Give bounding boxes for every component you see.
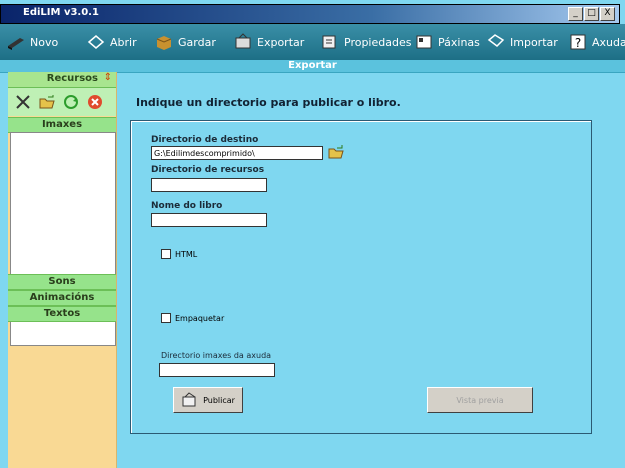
properties-icon	[322, 35, 336, 49]
toolbar-novo-label: Novo	[30, 35, 59, 49]
book-name-label: Nome do libro	[151, 201, 223, 211]
package-checkbox-label: Empaquetar	[175, 313, 225, 323]
publish-button[interactable]: Publicar	[173, 387, 243, 413]
toolbar-importar[interactable]: Importar	[486, 30, 558, 54]
browse-folder-icon[interactable]	[327, 143, 345, 161]
export-main: Indique un directorio para publicar o li…	[118, 72, 625, 468]
help-images-label: Directorio imaxes da axuda	[161, 351, 272, 360]
toolbar-exportar-label: Exportar	[257, 35, 305, 49]
save-box-icon	[156, 36, 172, 50]
toolbar-gardar-label: Gardar	[178, 35, 216, 49]
dest-field[interactable]: G:\Edilimdescomprimido\	[151, 146, 323, 160]
close-button[interactable]: X	[600, 7, 615, 21]
toolbar-propiedades[interactable]: Propiedades	[320, 30, 411, 54]
maximize-button[interactable]: □	[584, 7, 599, 21]
resources-sidebar: Recursos ⇕ Imaxes Sons Animacións Textos	[8, 72, 117, 468]
resources-dir-label: Directorio de recursos	[151, 165, 265, 175]
instruction-text: Indique un directorio para publicar o li…	[136, 96, 401, 109]
tab-animacions[interactable]: Animacións	[8, 290, 116, 306]
resources-dir-field[interactable]	[151, 178, 267, 192]
resources-label: Recursos	[46, 73, 98, 84]
html-checkbox-row[interactable]: HTML	[161, 249, 197, 259]
toolbar-exportar[interactable]: Exportar	[233, 30, 304, 54]
tools-icon[interactable]	[14, 93, 32, 111]
tab-sons[interactable]: Sons	[8, 274, 116, 290]
toolbar-paxinas-label: Páxinas	[438, 35, 480, 49]
toolbar-novo[interactable]: Novo	[6, 30, 58, 54]
window-title: EdiLIM v3.0.1	[23, 7, 99, 18]
window-controls: _ □ X	[568, 7, 615, 21]
toolbar-abrir-label: Abrir	[110, 35, 137, 49]
html-checkbox-label: HTML	[175, 249, 198, 259]
minimize-button[interactable]: _	[568, 7, 583, 21]
dest-label: Directorio de destino	[151, 135, 259, 145]
export-panel: Directorio de destino G:\Edilimdescompri…	[130, 120, 592, 434]
title-bar: EdiLIM v3.0.1 _ □ X	[0, 4, 620, 24]
toolbar-propiedades-label: Propiedades	[344, 35, 412, 49]
toolbar-paxinas[interactable]: Páxinas	[414, 30, 480, 54]
section-title: Exportar	[288, 60, 337, 71]
open-folder-icon[interactable]	[38, 93, 56, 111]
publish-icon	[182, 392, 196, 407]
svg-text:?: ?	[575, 36, 581, 50]
tab-imaxes[interactable]: Imaxes	[8, 117, 116, 133]
publish-label: Publicar	[203, 395, 235, 405]
toolbar-axuda-label: Axuda	[592, 35, 625, 49]
preview-label: Vista previa	[456, 395, 504, 405]
toolbar-gardar[interactable]: Gardar	[154, 30, 216, 54]
toolbar-abrir[interactable]: Abrir	[86, 30, 137, 54]
toolbar-importar-label: Importar	[510, 35, 558, 49]
book-name-field[interactable]	[151, 213, 267, 227]
main-toolbar: Novo Abrir Gardar Exportar Propiedades P…	[0, 24, 625, 61]
help-icon: ?	[570, 34, 586, 50]
import-icon	[487, 34, 505, 47]
pages-icon	[416, 35, 432, 49]
export-icon	[235, 33, 251, 49]
package-checkbox[interactable]	[161, 313, 171, 323]
book-icon	[8, 38, 24, 50]
help-images-field[interactable]	[159, 363, 275, 377]
resource-tools	[8, 88, 116, 116]
tab-textos[interactable]: Textos	[8, 306, 116, 322]
open-icon	[87, 35, 105, 49]
delete-icon[interactable]	[86, 93, 104, 111]
sort-arrows-icon[interactable]: ⇕	[104, 72, 112, 83]
package-checkbox-row[interactable]: Empaquetar	[161, 313, 224, 323]
resources-header: Recursos ⇕	[8, 72, 116, 88]
edilim-window: EdiLIM v3.0.1 _ □ X Novo Abrir Gardar Ex…	[0, 0, 625, 468]
preview-button[interactable]: Vista previa	[427, 387, 533, 413]
toolbar-axuda[interactable]: ? Axuda	[568, 30, 625, 54]
html-checkbox[interactable]	[161, 249, 171, 259]
refresh-icon[interactable]	[62, 93, 80, 111]
